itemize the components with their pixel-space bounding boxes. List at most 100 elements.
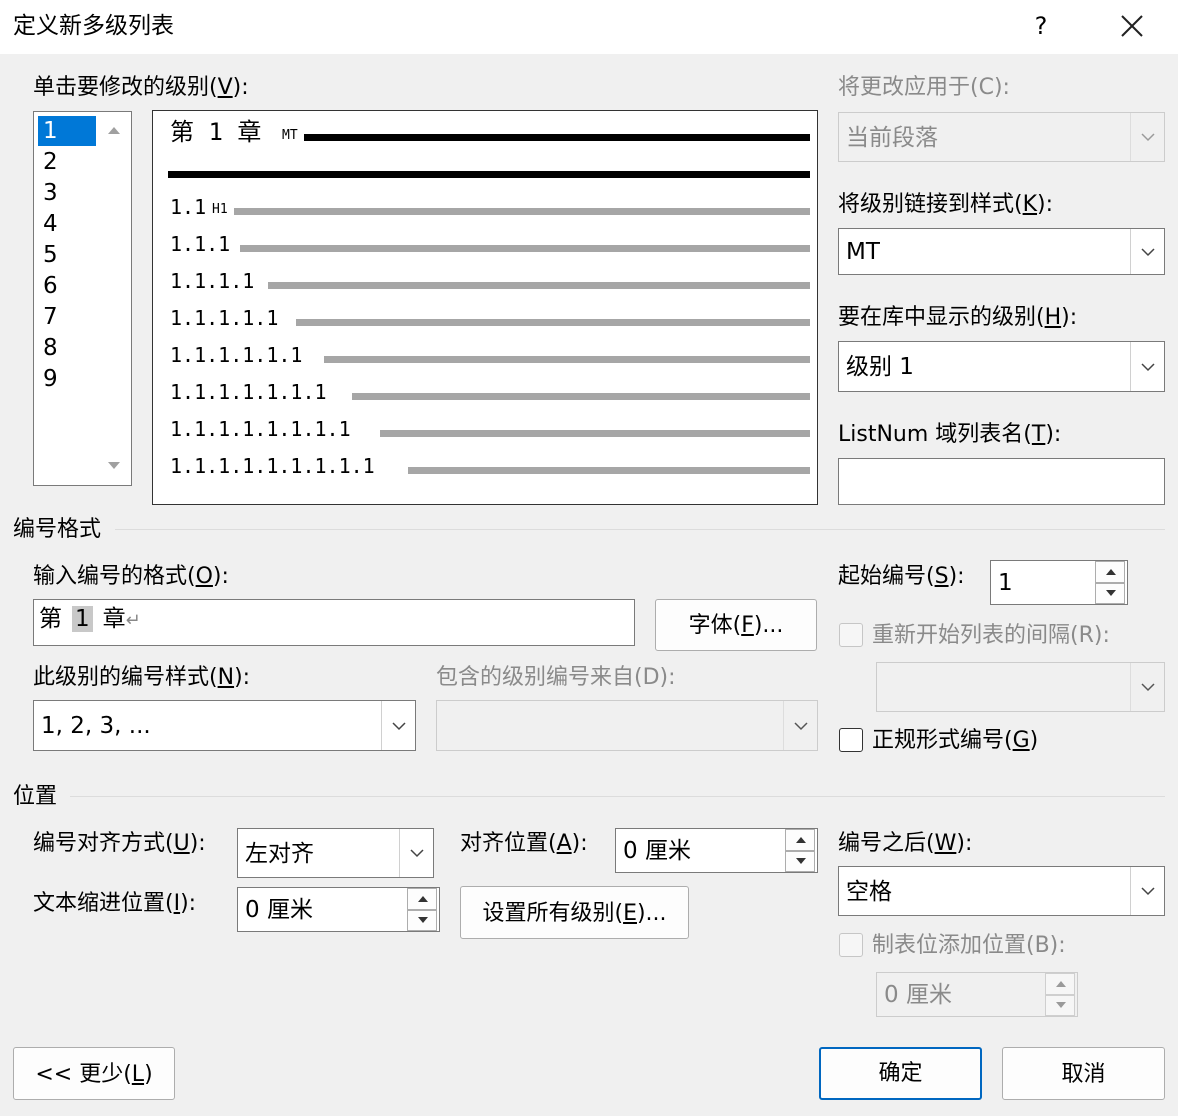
chevron-down-icon (1141, 247, 1155, 256)
level-item-4[interactable]: 4 (38, 209, 96, 239)
triangle-up-icon (796, 836, 806, 843)
level-list-label: 单击要修改的级别(V): (33, 75, 249, 100)
number-style-label: 此级别的编号样式(N): (33, 665, 251, 690)
level-item-5[interactable]: 5 (38, 240, 96, 270)
start-at-increment[interactable] (1095, 561, 1125, 583)
preview-level-4-number: 1.1.1.1 (170, 269, 255, 293)
text-indent-stepper[interactable]: 0 厘米 (237, 887, 440, 932)
gallery-level-label: 要在库中显示的级别(H): (838, 305, 1078, 330)
follow-number-label: 编号之后(W): (838, 831, 973, 856)
restart-list-checkbox (839, 623, 863, 647)
include-level-dropdown (436, 700, 818, 751)
preview-level-1-number: 第 1 章 (170, 118, 262, 146)
gallery-level-value: 级别 1 (846, 354, 914, 380)
apply-to-label: 将更改应用于(C): (838, 75, 1010, 100)
chevron-down-icon (1141, 887, 1155, 896)
number-alignment-dropdown[interactable]: 左对齐 (237, 828, 434, 878)
listnum-label: ListNum 域列表名(T): (838, 422, 1062, 447)
tab-stop-increment (1045, 973, 1075, 995)
level-list[interactable]: 1 2 3 4 5 6 7 8 9 (33, 111, 132, 486)
level-list-scrollbar[interactable] (97, 112, 131, 485)
level-item-3[interactable]: 3 (38, 178, 96, 208)
gallery-level-dropdown[interactable]: 级别 1 (838, 341, 1165, 392)
chevron-down-icon (1141, 133, 1155, 142)
start-at-label: 起始编号(S): (838, 564, 965, 589)
link-style-dropdown[interactable]: MT (838, 228, 1165, 275)
scroll-down-arrow-icon[interactable] (97, 451, 131, 481)
apply-to-value: 当前段落 (846, 125, 938, 151)
text-indent-increment[interactable] (407, 888, 437, 910)
triangle-up-icon (1106, 568, 1116, 575)
link-style-value: MT (846, 239, 880, 265)
preview-level-9-number: 1.1.1.1.1.1.1.1.1 (170, 454, 375, 478)
format-suffix: 章 (102, 606, 126, 632)
chevron-down-icon (1141, 362, 1155, 371)
ok-button[interactable]: 确定 (819, 1047, 982, 1100)
close-button[interactable] (1110, 4, 1154, 48)
triangle-down-icon (1056, 1002, 1066, 1009)
preview-level-6-number: 1.1.1.1.1.1 (170, 343, 303, 367)
level-item-8[interactable]: 8 (38, 333, 96, 363)
number-style-value: 1, 2, 3, ... (41, 713, 151, 739)
less-button[interactable]: << 更少(L) (13, 1047, 175, 1100)
follow-number-value: 空格 (846, 879, 892, 905)
tab-stop-decrement (1045, 994, 1075, 1016)
text-indent-value: 0 厘米 (245, 897, 313, 923)
follow-number-dropdown[interactable]: 空格 (838, 866, 1165, 916)
aligned-at-decrement[interactable] (785, 850, 815, 872)
position-separator (70, 796, 1165, 797)
format-prefix: 第 (39, 606, 62, 632)
aligned-at-stepper[interactable]: 0 厘米 (615, 828, 818, 873)
preview-level-8-line (380, 430, 810, 437)
level-item-6[interactable]: 6 (38, 271, 96, 301)
cancel-button[interactable]: 取消 (1002, 1047, 1165, 1100)
number-format-section-title: 编号格式 (13, 517, 102, 542)
legal-style-checkbox[interactable] (839, 728, 863, 752)
include-level-label: 包含的级别编号来自(D): (436, 665, 676, 690)
preview-level-5-line (296, 319, 810, 326)
restart-list-dropdown (876, 662, 1165, 712)
dialog-title: 定义新多级列表 (13, 13, 174, 39)
preview-level-5-number: 1.1.1.1.1 (170, 306, 279, 330)
text-indent-decrement[interactable] (407, 909, 437, 931)
aligned-at-value: 0 厘米 (623, 838, 691, 864)
preview-level-7-line (352, 393, 810, 400)
start-at-stepper[interactable]: 1 (990, 560, 1128, 605)
preview-level-3-line (240, 245, 810, 252)
format-number-field: 1 (72, 606, 93, 632)
level-item-9[interactable]: 9 (38, 364, 96, 394)
restart-list-label: 重新开始列表的间隔(R): (872, 623, 1110, 648)
preview-level-1-line-2 (168, 171, 810, 178)
legal-style-label: 正规形式编号(G) (872, 728, 1039, 753)
add-tab-stop-checkbox (839, 933, 863, 957)
triangle-down-icon (1106, 590, 1116, 597)
aligned-at-increment[interactable] (785, 829, 815, 851)
title-bar (0, 0, 1178, 54)
preview-level-4-line (268, 282, 810, 289)
tab-stop-value: 0 厘米 (884, 982, 952, 1008)
scroll-up-arrow-icon[interactable] (97, 116, 131, 146)
level-item-1[interactable]: 1 (38, 116, 96, 146)
number-style-dropdown[interactable]: 1, 2, 3, ... (33, 700, 416, 751)
help-button[interactable]: ? (1024, 8, 1058, 44)
number-format-input[interactable]: 第 1 章↵ (33, 599, 635, 646)
number-format-separator (115, 529, 1165, 530)
level-item-7[interactable]: 7 (38, 302, 96, 332)
preview-level-8-number: 1.1.1.1.1.1.1.1 (170, 417, 351, 441)
start-at-decrement[interactable] (1095, 582, 1125, 604)
close-icon (1121, 15, 1143, 37)
tab-stop-stepper: 0 厘米 (876, 972, 1078, 1017)
text-indent-label: 文本缩进位置(I): (33, 891, 197, 916)
preview-level-2-style-tag: H1 (212, 202, 228, 217)
preview-level-1-style-tag: MT (282, 128, 298, 143)
link-style-label: 将级别链接到样式(K): (838, 192, 1054, 217)
add-tab-stop-label: 制表位添加位置(B): (872, 933, 1066, 958)
preview-level-9-line (408, 467, 810, 474)
paragraph-mark-icon: ↵ (125, 610, 141, 631)
triangle-up-icon (1056, 980, 1066, 987)
listnum-input[interactable] (838, 458, 1165, 505)
font-button[interactable]: 字体(F)... (655, 599, 817, 651)
preview-level-2-number: 1.1 (170, 195, 207, 219)
set-all-levels-button[interactable]: 设置所有级别(E)... (460, 886, 689, 939)
level-item-2[interactable]: 2 (38, 147, 96, 177)
